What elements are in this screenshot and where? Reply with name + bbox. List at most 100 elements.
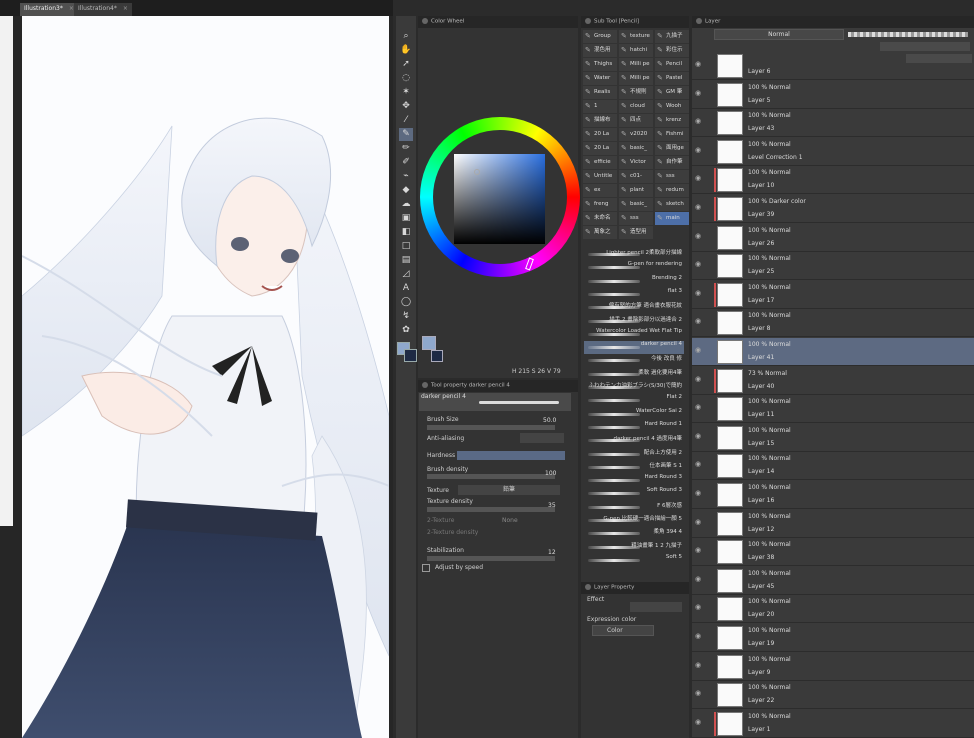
brush-item[interactable]: Lighter pencil 2柔軟部分描線 bbox=[584, 248, 684, 261]
sub-tool-group-item[interactable]: Water bbox=[583, 72, 617, 85]
sub-tool-group-item[interactable]: 萬象之 bbox=[583, 226, 617, 239]
sub-tool-group-item[interactable]: freng bbox=[583, 198, 617, 211]
layer-row[interactable]: ◉ 100 % Normal Layer 25 bbox=[692, 252, 974, 281]
layer-row[interactable]: ◉ 100 % Normal Layer 11 bbox=[692, 395, 974, 424]
tab-illustration3[interactable]: Illustration3* × bbox=[20, 3, 78, 16]
sub-tool-group-item[interactable]: Group bbox=[583, 30, 617, 43]
eye-icon[interactable]: ◉ bbox=[695, 632, 701, 640]
auto-select-icon[interactable]: ✶ bbox=[399, 86, 413, 99]
pin-icon[interactable] bbox=[422, 18, 428, 24]
layer-row[interactable]: ◉ 100 % Normal Level Correction 1 bbox=[692, 138, 974, 166]
sub-tool-group-item[interactable]: 20 La bbox=[583, 128, 617, 141]
brush-item[interactable]: darker pencil 4 bbox=[584, 341, 684, 355]
sub-tool-group-item[interactable]: Untitle bbox=[583, 170, 617, 183]
brush-item[interactable]: flat 3 bbox=[584, 288, 684, 301]
layer-row[interactable]: ◉ 100 % Normal Layer 19 bbox=[692, 624, 974, 652]
pen-icon[interactable]: ✎ bbox=[399, 128, 413, 141]
layer-row[interactable]: ◉ 100 % Normal Layer 10 bbox=[692, 166, 974, 195]
eye-icon[interactable]: ◉ bbox=[695, 260, 701, 268]
eye-icon[interactable]: ◉ bbox=[695, 403, 701, 411]
brush-density-value[interactable]: 100 bbox=[545, 470, 556, 477]
sub-tool-group-item[interactable]: main bbox=[655, 212, 689, 225]
layer-row[interactable]: ◉ 100 % Normal Layer 41 bbox=[692, 338, 974, 366]
sub-color-swatch[interactable] bbox=[404, 349, 417, 362]
hand-icon[interactable]: ✋ bbox=[399, 44, 413, 57]
pin-icon[interactable] bbox=[585, 584, 591, 590]
decoration-icon[interactable]: ✿ bbox=[399, 324, 413, 337]
airbrush-icon[interactable]: ⌁ bbox=[399, 170, 413, 183]
eye-icon[interactable]: ◉ bbox=[695, 603, 701, 611]
balloon-icon[interactable]: ◯ bbox=[399, 296, 413, 309]
brush-item[interactable]: F 6層次感 bbox=[584, 501, 684, 514]
sub-tool-group-item[interactable]: basic_ bbox=[619, 142, 653, 155]
layer-row[interactable]: ◉ 73 % Normal Layer 40 bbox=[692, 367, 974, 395]
sub-tool-group-item[interactable]: plant bbox=[619, 184, 653, 197]
sub-tool-group-item[interactable]: 自作筆 bbox=[655, 156, 689, 169]
fill-icon[interactable]: ▣ bbox=[399, 212, 413, 225]
eye-icon[interactable]: ◉ bbox=[695, 460, 701, 468]
brush-item[interactable]: Hard Round 3 bbox=[584, 474, 684, 487]
sub-tool-group-item[interactable]: Milli pe bbox=[619, 58, 653, 71]
eye-icon[interactable]: ◉ bbox=[695, 661, 701, 669]
main-color-chip[interactable] bbox=[422, 336, 436, 350]
sub-tool-group-item[interactable]: sss bbox=[619, 212, 653, 225]
brush-item[interactable]: Soft 5 bbox=[584, 554, 684, 567]
operation-icon[interactable]: ➚ bbox=[399, 58, 413, 71]
ruler-icon[interactable]: ◿ bbox=[399, 268, 413, 281]
tab-illustration4[interactable]: Illustration4* × bbox=[74, 3, 132, 16]
brush-size-value[interactable]: 50.0 bbox=[543, 417, 556, 424]
sub-tool-group-item[interactable]: hatchi bbox=[619, 44, 653, 57]
sub-tool-group-item[interactable]: 九描子 bbox=[655, 30, 689, 43]
eye-icon[interactable]: ◉ bbox=[695, 575, 701, 583]
layer-row[interactable]: ◉ 100 % Darker color Layer 39 bbox=[692, 195, 974, 223]
brush-item[interactable]: Flat 2 bbox=[584, 394, 684, 407]
sub-tool-group-item[interactable]: 20 La bbox=[583, 142, 617, 155]
eye-icon[interactable]: ◉ bbox=[695, 146, 701, 154]
eye-icon[interactable]: ◉ bbox=[695, 518, 701, 526]
layer-row[interactable]: ◉ 100 % Normal Layer 38 bbox=[692, 538, 974, 567]
layer-row[interactable]: ◉ 100 % Normal Layer 12 bbox=[692, 510, 974, 538]
layer-row[interactable]: ◉ 100 % Normal Layer 20 bbox=[692, 595, 974, 624]
brush-item[interactable]: Watercolor Loaded Wet Flat Tip bbox=[584, 328, 684, 341]
sv-cursor[interactable] bbox=[474, 169, 480, 175]
sub-tool-group-item[interactable]: Milli pe bbox=[619, 72, 653, 85]
lasso-icon[interactable]: ◌ bbox=[399, 72, 413, 85]
sub-tool-group-item[interactable]: efficie bbox=[583, 156, 617, 169]
layer-row[interactable]: ◉ 100 % Normal Layer 1 bbox=[692, 710, 974, 738]
eye-icon[interactable]: ◉ bbox=[695, 689, 701, 697]
brush-item[interactable]: 柔角 394 4 bbox=[584, 527, 684, 540]
brush-item[interactable]: Soft Round 3 bbox=[584, 487, 684, 500]
layer-row[interactable]: ◉ 100 % Normal Layer 8 bbox=[692, 309, 974, 338]
sub-tool-group-item[interactable]: 造型用 bbox=[619, 226, 653, 239]
sub-tool-group-item[interactable]: Pencil bbox=[655, 58, 689, 71]
layer-row[interactable]: ◉ 100 % Normal Layer 14 bbox=[692, 452, 974, 481]
pin-icon[interactable] bbox=[696, 18, 702, 24]
eye-icon[interactable]: ◉ bbox=[695, 60, 701, 68]
sub-tool-group-item[interactable]: Fishmi bbox=[655, 128, 689, 141]
correct-line-icon[interactable]: ↯ bbox=[399, 310, 413, 323]
illustration-canvas[interactable] bbox=[22, 16, 389, 738]
texture-density-value[interactable]: 35 bbox=[548, 502, 556, 509]
eye-icon[interactable]: ◉ bbox=[695, 289, 701, 297]
sub-tool-group-item[interactable]: redum bbox=[655, 184, 689, 197]
texture-selector[interactable]: 鉛筆 bbox=[458, 485, 560, 495]
brush-item[interactable]: darker pencil 4 過度用4筆 bbox=[584, 434, 684, 447]
sub-tool-group-item[interactable]: sss bbox=[655, 170, 689, 183]
zoom-icon[interactable]: ⌕ bbox=[399, 30, 413, 43]
move-icon[interactable]: ✥ bbox=[399, 100, 413, 113]
sub-tool-group-item[interactable]: 四点 bbox=[619, 114, 653, 127]
effect-buttons[interactable] bbox=[630, 602, 682, 612]
sub-tool-group-item[interactable]: 混色用 bbox=[583, 44, 617, 57]
sub-tool-group-item[interactable]: Wooh bbox=[655, 100, 689, 113]
sub-tool-group-item[interactable]: sketch bbox=[655, 198, 689, 211]
layer-row[interactable]: ◉ 100 % Normal Layer 5 bbox=[692, 81, 974, 109]
eye-icon[interactable]: ◉ bbox=[695, 232, 701, 240]
eye-icon[interactable]: ◉ bbox=[695, 89, 701, 97]
eye-icon[interactable]: ◉ bbox=[695, 718, 701, 726]
brush-item[interactable]: G-pen 比較硬一適合描繪一顏 5 bbox=[584, 514, 684, 527]
sub-tool-group-item[interactable]: 面用ge bbox=[655, 142, 689, 155]
sub-tool-group-item[interactable]: cloud bbox=[619, 100, 653, 113]
eye-icon[interactable]: ◉ bbox=[695, 317, 701, 325]
eye-icon[interactable]: ◉ bbox=[695, 203, 701, 211]
brush-size-slider[interactable] bbox=[427, 425, 555, 430]
